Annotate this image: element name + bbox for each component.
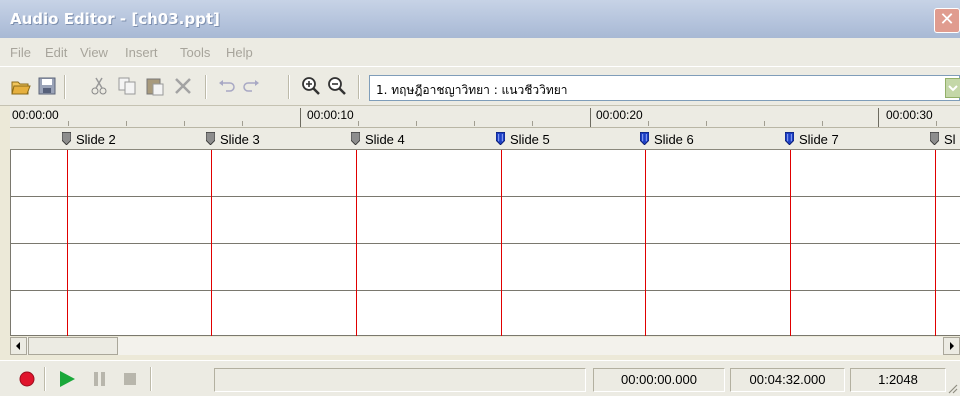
toolbar: 1. ทฤษฎีอาชญาวิทยา : แนวชีววิทยา	[0, 66, 960, 106]
slide-marker-icon	[930, 132, 939, 145]
play-icon	[60, 371, 75, 387]
record-button[interactable]	[18, 370, 36, 391]
status-bar: 00:00:00.000 00:04:32.000 1:2048	[0, 360, 960, 396]
ruler-tick	[126, 121, 127, 126]
ruler-tick	[648, 121, 649, 126]
close-button[interactable]: ✕	[934, 8, 960, 33]
chevron-down-icon[interactable]	[945, 78, 960, 98]
toolbar-separator	[288, 75, 290, 99]
window-title: Audio Editor - [ch03.ppt]	[10, 10, 220, 28]
status-message-panel	[214, 368, 586, 392]
menu-file[interactable]: File	[10, 45, 31, 60]
ruler-label: 00:00:10	[307, 108, 354, 122]
slide-boundary-line[interactable]	[935, 150, 936, 336]
slide-boundary-line[interactable]	[501, 150, 502, 336]
slide-marker-icon	[640, 132, 649, 145]
ruler-label: 00:00:20	[596, 108, 643, 122]
track-divider	[11, 243, 960, 244]
horizontal-scrollbar[interactable]	[10, 337, 960, 355]
toolbar-separator	[150, 367, 152, 391]
track-divider	[11, 196, 960, 197]
menu-bar: File Edit View Insert Tools Help	[0, 38, 960, 66]
slide-boundary-line[interactable]	[67, 150, 68, 336]
save-icon[interactable]	[36, 75, 58, 97]
ruler-tick	[358, 121, 359, 126]
ruler-tick	[764, 121, 765, 126]
ruler-tick	[68, 121, 69, 126]
zoom-out-icon[interactable]	[326, 75, 348, 97]
copy-icon[interactable]	[116, 75, 138, 97]
slide-boundary-line[interactable]	[645, 150, 646, 336]
title-bar[interactable]: Audio Editor - [ch03.ppt] ✕	[0, 0, 960, 38]
slide-marker-label: Slide 6	[654, 132, 694, 147]
pause-icon	[94, 372, 105, 386]
toolbar-separator	[64, 75, 66, 99]
cut-icon[interactable]	[88, 75, 110, 97]
menu-help[interactable]: Help	[226, 45, 253, 60]
ruler-tick	[532, 121, 533, 126]
slide-marker-track: Slide 2 Slide 3 Slide 4 Slide 5 Slide 6 …	[10, 128, 960, 150]
stop-icon	[124, 373, 136, 385]
audio-track-area[interactable]	[10, 150, 960, 336]
undo-icon[interactable]	[216, 75, 238, 97]
scroll-thumb[interactable]	[28, 337, 118, 355]
ruler-tick	[936, 121, 937, 126]
slide-select-value: 1. ทฤษฎีอาชญาวิทยา : แนวชีววิทยา	[376, 83, 568, 97]
chevron-right-icon	[950, 342, 954, 350]
slide-marker-icon	[785, 132, 794, 145]
slide-marker-label: Slide 2	[76, 132, 116, 147]
duration-readout: 00:04:32.000	[730, 368, 845, 392]
menu-insert[interactable]: Insert	[125, 45, 158, 60]
ruler-tick	[242, 121, 243, 126]
record-icon	[19, 371, 35, 387]
ruler-label: 00:00:00	[12, 108, 59, 122]
slide-marker-icon	[496, 132, 505, 145]
chevron-left-icon	[16, 342, 20, 350]
toolbar-separator	[44, 367, 46, 391]
menu-tools[interactable]: Tools	[180, 45, 210, 60]
menu-view[interactable]: View	[80, 45, 108, 60]
redo-icon[interactable]	[240, 75, 262, 97]
slide-marker-label: Sl	[944, 132, 956, 147]
slide-marker-label: Slide 7	[799, 132, 839, 147]
resize-grip-icon[interactable]	[946, 382, 958, 394]
ruler-tick	[590, 108, 591, 127]
zoom-readout: 1:2048	[850, 368, 946, 392]
slide-boundary-line[interactable]	[790, 150, 791, 336]
ruler-label: 00:00:30	[886, 108, 933, 122]
open-folder-icon[interactable]	[10, 75, 32, 97]
stop-button[interactable]	[122, 370, 138, 391]
slide-marker-label: Slide 3	[220, 132, 260, 147]
audio-editor-window: Audio Editor - [ch03.ppt] ✕ File Edit Vi…	[0, 0, 960, 396]
scroll-left-button[interactable]	[10, 337, 27, 355]
ruler-tick	[706, 121, 707, 126]
toolbar-separator	[358, 75, 360, 99]
time-ruler[interactable]: 00:00:00 00:00:10 00:00:20 00:00:30	[10, 106, 960, 128]
ruler-tick	[878, 108, 879, 127]
paste-icon[interactable]	[144, 75, 166, 97]
slide-marker-icon	[62, 132, 71, 145]
slide-boundary-line[interactable]	[356, 150, 357, 336]
ruler-tick	[416, 121, 417, 126]
slide-select[interactable]: 1. ทฤษฎีอาชญาวิทยา : แนวชีววิทยา	[369, 75, 960, 101]
position-readout: 00:00:00.000	[593, 368, 725, 392]
slide-marker-icon	[206, 132, 215, 145]
slide-boundary-line[interactable]	[211, 150, 212, 336]
ruler-tick	[474, 121, 475, 126]
zoom-in-icon[interactable]	[300, 75, 322, 97]
toolbar-separator	[205, 75, 207, 99]
pause-button[interactable]	[92, 370, 108, 391]
ruler-tick	[300, 108, 301, 127]
ruler-tick	[822, 121, 823, 126]
track-divider	[11, 290, 960, 291]
scroll-right-button[interactable]	[943, 337, 960, 355]
delete-icon[interactable]	[172, 75, 194, 97]
menu-edit[interactable]: Edit	[45, 45, 67, 60]
slide-marker-label: Slide 4	[365, 132, 405, 147]
ruler-tick	[184, 121, 185, 126]
slide-marker-icon	[351, 132, 360, 145]
play-button[interactable]	[58, 370, 76, 391]
slide-marker-label: Slide 5	[510, 132, 550, 147]
